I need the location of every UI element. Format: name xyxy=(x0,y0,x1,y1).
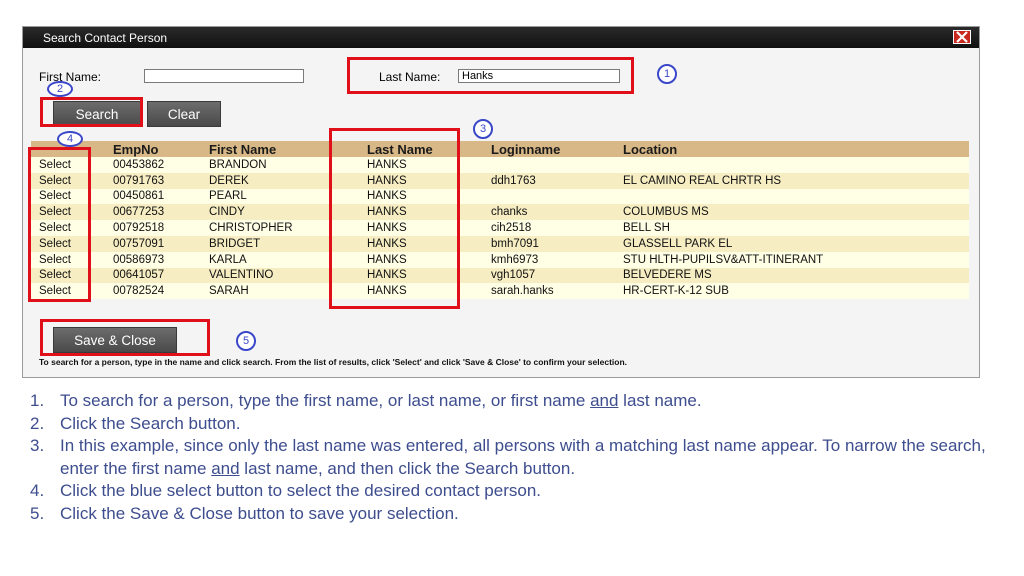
dialog-title: Search Contact Person xyxy=(43,31,168,45)
highlight-last-name-column xyxy=(329,128,460,309)
cell-loginname: chanks xyxy=(491,204,623,221)
callout-1: 1 xyxy=(657,64,677,84)
cell-empno: 00641057 xyxy=(113,267,209,284)
cell-location xyxy=(623,157,969,173)
table-row: Select 00757091 BRIDGET HANKS bmh7091 GLASSEL… xyxy=(31,235,969,252)
instruction-number: 5. xyxy=(30,503,45,523)
close-button[interactable] xyxy=(953,30,971,44)
cell-location: GLASSELL PARK EL xyxy=(623,235,969,252)
instruction-item: 4. Click the blue select button to select… xyxy=(30,480,990,503)
header-loginname: Loginname xyxy=(491,141,623,157)
instruction-item: 2. Click the Search button. xyxy=(30,413,990,436)
cell-loginname: kmh6973 xyxy=(491,251,623,268)
instruction-text: Click the Save & Close button to save yo… xyxy=(60,503,459,523)
cell-location: EL CAMINO REAL CHRTR HS xyxy=(623,172,969,189)
callout-2: 2 xyxy=(47,81,73,97)
first-name-label: First Name: xyxy=(39,70,102,84)
table-row: Select 00782524 SARAH HANKS sarah.hanks HR-CE… xyxy=(31,283,969,300)
cell-empno: 00586973 xyxy=(113,251,209,268)
header-empno: EmpNo xyxy=(113,141,209,157)
cell-location: COLUMBUS MS xyxy=(623,204,969,221)
table-row: Select 00641057 VALENTINO HANKS vgh1057 BELVE… xyxy=(31,267,969,284)
instruction-number: 3. xyxy=(30,436,45,456)
cell-loginname: sarah.hanks xyxy=(491,283,623,300)
table-row: Select 00792518 CHRISTOPHER HANKS cih2518 BEL… xyxy=(31,220,969,236)
close-icon xyxy=(956,31,968,43)
cell-loginname xyxy=(491,157,623,173)
cell-empno: 00453862 xyxy=(113,157,209,173)
callout-3: 3 xyxy=(473,119,493,139)
highlight-save-close xyxy=(40,319,210,356)
cell-empno: 00450861 xyxy=(113,188,209,205)
header-location: Location xyxy=(623,141,969,157)
instruction-emphasis: and xyxy=(590,391,619,410)
instruction-number: 2. xyxy=(30,413,45,433)
first-name-input[interactable] xyxy=(144,69,304,83)
instruction-number: 4. xyxy=(30,481,45,501)
instruction-item: 3. In this example, since only the last n… xyxy=(30,435,990,480)
instruction-text: Click the Search button. xyxy=(60,413,241,433)
highlight-last-name xyxy=(347,57,634,94)
instruction-text: To search for a person, type the first n… xyxy=(60,391,591,410)
table-row: Select 00586973 KARLA HANKS kmh6973 STU HLTH-… xyxy=(31,251,969,268)
table-row: Select 00677253 CINDY HANKS chanks COLUMBUS M… xyxy=(31,204,969,221)
cell-loginname xyxy=(491,188,623,205)
dialog-titlebar: Search Contact Person xyxy=(23,27,979,48)
cell-empno: 00791763 xyxy=(113,172,209,189)
instruction-number: 1. xyxy=(30,391,45,410)
cell-location: STU HLTH-PUPILSV&ATT-ITINERANT xyxy=(623,251,969,268)
cell-empno: 00792518 xyxy=(113,220,209,236)
callout-4: 4 xyxy=(57,131,83,147)
cell-loginname: bmh7091 xyxy=(491,235,623,252)
table-header-row: EmpNo First Name Last Name Loginname Loc… xyxy=(31,141,969,157)
cell-empno: 00757091 xyxy=(113,235,209,252)
results-table: EmpNo First Name Last Name Loginname Loc… xyxy=(31,141,969,300)
cell-location: BELVEDERE MS xyxy=(623,267,969,284)
instruction-text: last name, and then click the Search but… xyxy=(239,458,576,478)
footer-note: To search for a person, type in the name… xyxy=(39,357,628,367)
cell-empno: 00677253 xyxy=(113,204,209,221)
instructions-list: 1. To search for a person, type the first… xyxy=(30,390,990,526)
instruction-text: last name. xyxy=(618,391,702,410)
cell-loginname: vgh1057 xyxy=(491,267,623,284)
callout-5: 5 xyxy=(236,331,256,351)
highlight-search-button xyxy=(40,97,143,127)
table-row: Select 00791763 DEREK HANKS ddh1763 EL CAMINO… xyxy=(31,172,969,189)
table-row: Select 00453862 BRANDON HANKS xyxy=(31,157,969,173)
clear-button[interactable]: Clear xyxy=(147,101,221,127)
instruction-item: 5. Click the Save & Close button to save … xyxy=(30,503,990,526)
instruction-item: 1. To search for a person, type the first… xyxy=(30,390,990,413)
instruction-text: Click the blue select button to select t… xyxy=(60,481,541,501)
table-row: Select 00450861 PEARL HANKS xyxy=(31,188,969,205)
instruction-emphasis: and xyxy=(211,458,240,478)
cell-location xyxy=(623,188,969,205)
cell-location: HR-CERT-K-12 SUB xyxy=(623,283,969,300)
cell-loginname: ddh1763 xyxy=(491,172,623,189)
cell-location: BELL SH xyxy=(623,220,969,236)
cell-loginname: cih2518 xyxy=(491,220,623,236)
highlight-select-column xyxy=(28,147,91,302)
cell-empno: 00782524 xyxy=(113,283,209,300)
